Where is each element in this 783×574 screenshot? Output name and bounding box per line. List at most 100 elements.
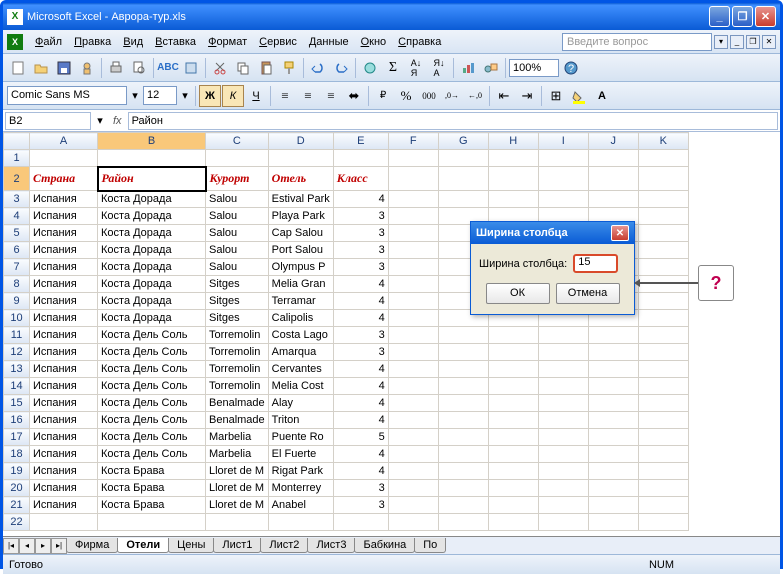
cell[interactable]: Испания xyxy=(30,412,98,429)
cell[interactable]: Испания xyxy=(30,208,98,225)
cell[interactable]: 3 xyxy=(333,327,388,344)
cell[interactable]: Испания xyxy=(30,497,98,514)
cell[interactable] xyxy=(268,150,333,167)
cell[interactable]: Испания xyxy=(30,293,98,310)
cell[interactable]: Коста Дель Соль xyxy=(98,446,206,463)
cell[interactable]: 3 xyxy=(333,225,388,242)
cell[interactable]: Lloret de M xyxy=(206,463,269,480)
menu-вставка[interactable]: Вставка xyxy=(149,34,202,50)
cancel-button[interactable]: Отмена xyxy=(556,283,620,304)
cell[interactable] xyxy=(438,463,488,480)
cell[interactable]: Класс xyxy=(333,167,388,191)
col-header-K[interactable]: K xyxy=(638,133,688,150)
align-right-icon[interactable]: ≡ xyxy=(320,85,342,107)
cell[interactable] xyxy=(638,191,688,208)
cell[interactable]: 4 xyxy=(333,395,388,412)
cell[interactable]: Triton xyxy=(268,412,333,429)
cell[interactable]: Sitges xyxy=(206,310,269,327)
doc-close-button[interactable]: ✕ xyxy=(762,35,776,49)
row-header[interactable]: 16 xyxy=(4,412,30,429)
cell[interactable]: 4 xyxy=(333,463,388,480)
cell[interactable] xyxy=(538,191,588,208)
cell[interactable]: Playa Park xyxy=(268,208,333,225)
cell[interactable] xyxy=(638,463,688,480)
cell[interactable]: Отель xyxy=(268,167,333,191)
currency-icon[interactable]: ₽ xyxy=(372,85,394,107)
row-header[interactable]: 12 xyxy=(4,344,30,361)
cell[interactable] xyxy=(488,480,538,497)
chart-icon[interactable] xyxy=(457,57,479,79)
cut-icon[interactable] xyxy=(209,57,231,79)
cell[interactable]: 4 xyxy=(333,361,388,378)
cell[interactable] xyxy=(588,463,638,480)
preview-icon[interactable] xyxy=(128,57,150,79)
cell[interactable] xyxy=(588,497,638,514)
menu-сервис[interactable]: Сервис xyxy=(253,34,303,50)
increase-decimal-icon[interactable]: ,0→ xyxy=(441,85,463,107)
ok-button[interactable]: ОК xyxy=(486,283,550,304)
cell[interactable]: El Fuerte xyxy=(268,446,333,463)
cell[interactable] xyxy=(206,150,269,167)
increase-indent-icon[interactable]: ⇥ xyxy=(516,85,538,107)
row-header[interactable]: 7 xyxy=(4,259,30,276)
cell[interactable] xyxy=(388,167,438,191)
cell[interactable] xyxy=(438,191,488,208)
cell[interactable] xyxy=(638,242,688,259)
cell[interactable] xyxy=(638,225,688,242)
cell[interactable] xyxy=(638,344,688,361)
underline-button[interactable]: Ч xyxy=(245,85,267,107)
cell[interactable]: Cap Salou xyxy=(268,225,333,242)
cell[interactable]: Anabel xyxy=(268,497,333,514)
cell[interactable]: 3 xyxy=(333,344,388,361)
name-box[interactable]: B2 xyxy=(5,112,91,130)
row-header[interactable]: 19 xyxy=(4,463,30,480)
col-header-B[interactable]: B xyxy=(98,133,206,150)
cell[interactable] xyxy=(488,429,538,446)
cell[interactable] xyxy=(438,429,488,446)
col-header-H[interactable]: H xyxy=(488,133,538,150)
cell[interactable]: Terramar xyxy=(268,293,333,310)
cell[interactable] xyxy=(538,378,588,395)
font-select[interactable]: Comic Sans MS xyxy=(7,86,127,105)
cell[interactable] xyxy=(638,150,688,167)
cell[interactable] xyxy=(588,446,638,463)
menu-справка[interactable]: Справка xyxy=(392,34,447,50)
row-header[interactable]: 14 xyxy=(4,378,30,395)
cell[interactable] xyxy=(388,259,438,276)
row-header[interactable]: 5 xyxy=(4,225,30,242)
column-width-input[interactable]: 15 xyxy=(573,254,618,273)
sort-asc-icon[interactable]: А↓Я xyxy=(405,57,427,79)
menu-вид[interactable]: Вид xyxy=(117,34,149,50)
cell[interactable] xyxy=(488,327,538,344)
dialog-close-button[interactable]: ✕ xyxy=(611,225,629,241)
row-header[interactable]: 9 xyxy=(4,293,30,310)
cell[interactable] xyxy=(538,429,588,446)
fill-color-icon[interactable] xyxy=(568,85,590,107)
cell[interactable] xyxy=(388,463,438,480)
italic-button[interactable]: К xyxy=(222,85,244,107)
align-center-icon[interactable]: ≡ xyxy=(297,85,319,107)
cell[interactable] xyxy=(588,344,638,361)
align-left-icon[interactable]: ≡ xyxy=(274,85,296,107)
row-header[interactable]: 6 xyxy=(4,242,30,259)
size-dropdown-icon[interactable]: ▾ xyxy=(178,85,192,107)
sheet-tab-Цены[interactable]: Цены xyxy=(168,538,214,553)
cell[interactable]: Испания xyxy=(30,327,98,344)
help-search-input[interactable]: Введите вопрос xyxy=(562,33,712,51)
col-header-F[interactable]: F xyxy=(388,133,438,150)
spelling-icon[interactable]: ABC xyxy=(157,57,179,79)
cell[interactable] xyxy=(588,327,638,344)
cell[interactable] xyxy=(538,327,588,344)
cell[interactable] xyxy=(588,395,638,412)
cell[interactable] xyxy=(638,361,688,378)
zoom-select[interactable]: 100% xyxy=(509,59,559,77)
cell[interactable]: Olympus P xyxy=(268,259,333,276)
row-header[interactable]: 18 xyxy=(4,446,30,463)
cell[interactable]: Испания xyxy=(30,429,98,446)
cell[interactable] xyxy=(638,208,688,225)
cell[interactable] xyxy=(388,446,438,463)
cell[interactable]: Monterrey xyxy=(268,480,333,497)
cell[interactable] xyxy=(98,150,206,167)
cell[interactable] xyxy=(388,395,438,412)
cell[interactable] xyxy=(538,446,588,463)
